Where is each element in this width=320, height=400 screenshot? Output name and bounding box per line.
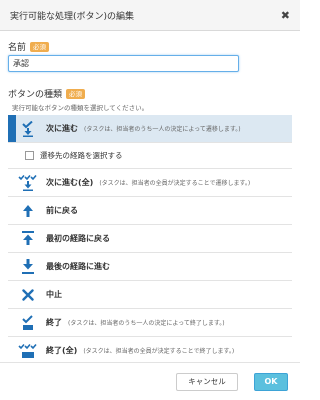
multi-check-stop-icon (18, 343, 38, 359)
option-finish[interactable]: 終了 (タスクは、担当者のうち一人の決定によって終了します。) (8, 309, 292, 337)
option-label: 最後の経路に進む (46, 262, 110, 271)
checkbox-icon[interactable] (25, 151, 34, 160)
dialog-footer: キャンセル OK (0, 362, 300, 400)
option-label: 最初の経路に戻る (46, 234, 110, 243)
check-down-icon (18, 120, 38, 137)
button-type-list: 次に進む (タスクは、担当者のうち一人の決定によって遷移します。) 遷移先の経路… (8, 115, 292, 365)
cross-icon (18, 288, 38, 301)
name-label: 名前 (8, 43, 27, 53)
option-back[interactable]: 前に戻る (8, 197, 292, 225)
option-description: (タスクは、担当者のうち一人の決定によって遷移します。) (84, 126, 241, 133)
required-badge: 必須 (30, 41, 50, 52)
option-label: 中止 (46, 290, 62, 299)
button-type-label-row: ボタンの種類 必須 (8, 87, 86, 100)
selected-indicator (8, 115, 16, 142)
option-next-all[interactable]: 次に進む(全) (タスクは、担当者の全員が決定することで遷移します。) (8, 169, 292, 197)
option-back-to-first[interactable]: 最初の経路に戻る (8, 225, 292, 253)
option-cancel[interactable]: 中止 (8, 281, 292, 309)
option-description: (タスクは、担当者のうち一人の決定によって終了します。) (68, 320, 225, 327)
arrow-up-icon (18, 204, 38, 218)
cancel-button[interactable]: キャンセル (176, 373, 238, 391)
multi-check-down-icon (18, 174, 38, 191)
button-type-hint: 実行可能なボタンの種類を選択してください。 (12, 104, 149, 112)
name-label-row: 名前 必須 (8, 40, 50, 53)
option-next[interactable]: 次に進む (タスクは、担当者のうち一人の決定によって遷移します。) (8, 115, 292, 143)
button-type-label: ボタンの種類 (8, 90, 63, 100)
close-icon[interactable]: ✖ (281, 10, 290, 21)
option-label: 終了 (46, 318, 62, 327)
option-description: (タスクは、担当者の全員が決定することで遷移します。) (99, 180, 251, 187)
option-label: 前に戻る (46, 206, 78, 215)
option-select-route[interactable]: 遷移先の経路を選択する (8, 143, 292, 169)
dialog-title: 実行可能な処理(ボタン)の編集 (10, 11, 135, 22)
option-label: 次に進む (46, 124, 78, 133)
arrow-to-bottom-icon (18, 259, 38, 274)
ok-button[interactable]: OK (254, 373, 288, 391)
option-finish-all[interactable]: 終了(全) (タスクは、担当者の全員が決定することで終了します。) (8, 337, 292, 365)
name-input[interactable] (8, 55, 239, 72)
check-stop-icon (18, 314, 38, 331)
option-label: 次に進む(全) (46, 178, 94, 187)
option-label: 終了(全) (46, 346, 78, 355)
option-to-last[interactable]: 最後の経路に進む (8, 253, 292, 281)
arrow-to-top-icon (18, 231, 38, 246)
required-badge: 必須 (66, 88, 86, 99)
option-description: (タスクは、担当者の全員が決定することで終了します。) (83, 348, 235, 355)
option-label: 遷移先の経路を選択する (40, 151, 123, 160)
dialog-header: 実行可能な処理(ボタン)の編集 ✖ (0, 0, 300, 31)
